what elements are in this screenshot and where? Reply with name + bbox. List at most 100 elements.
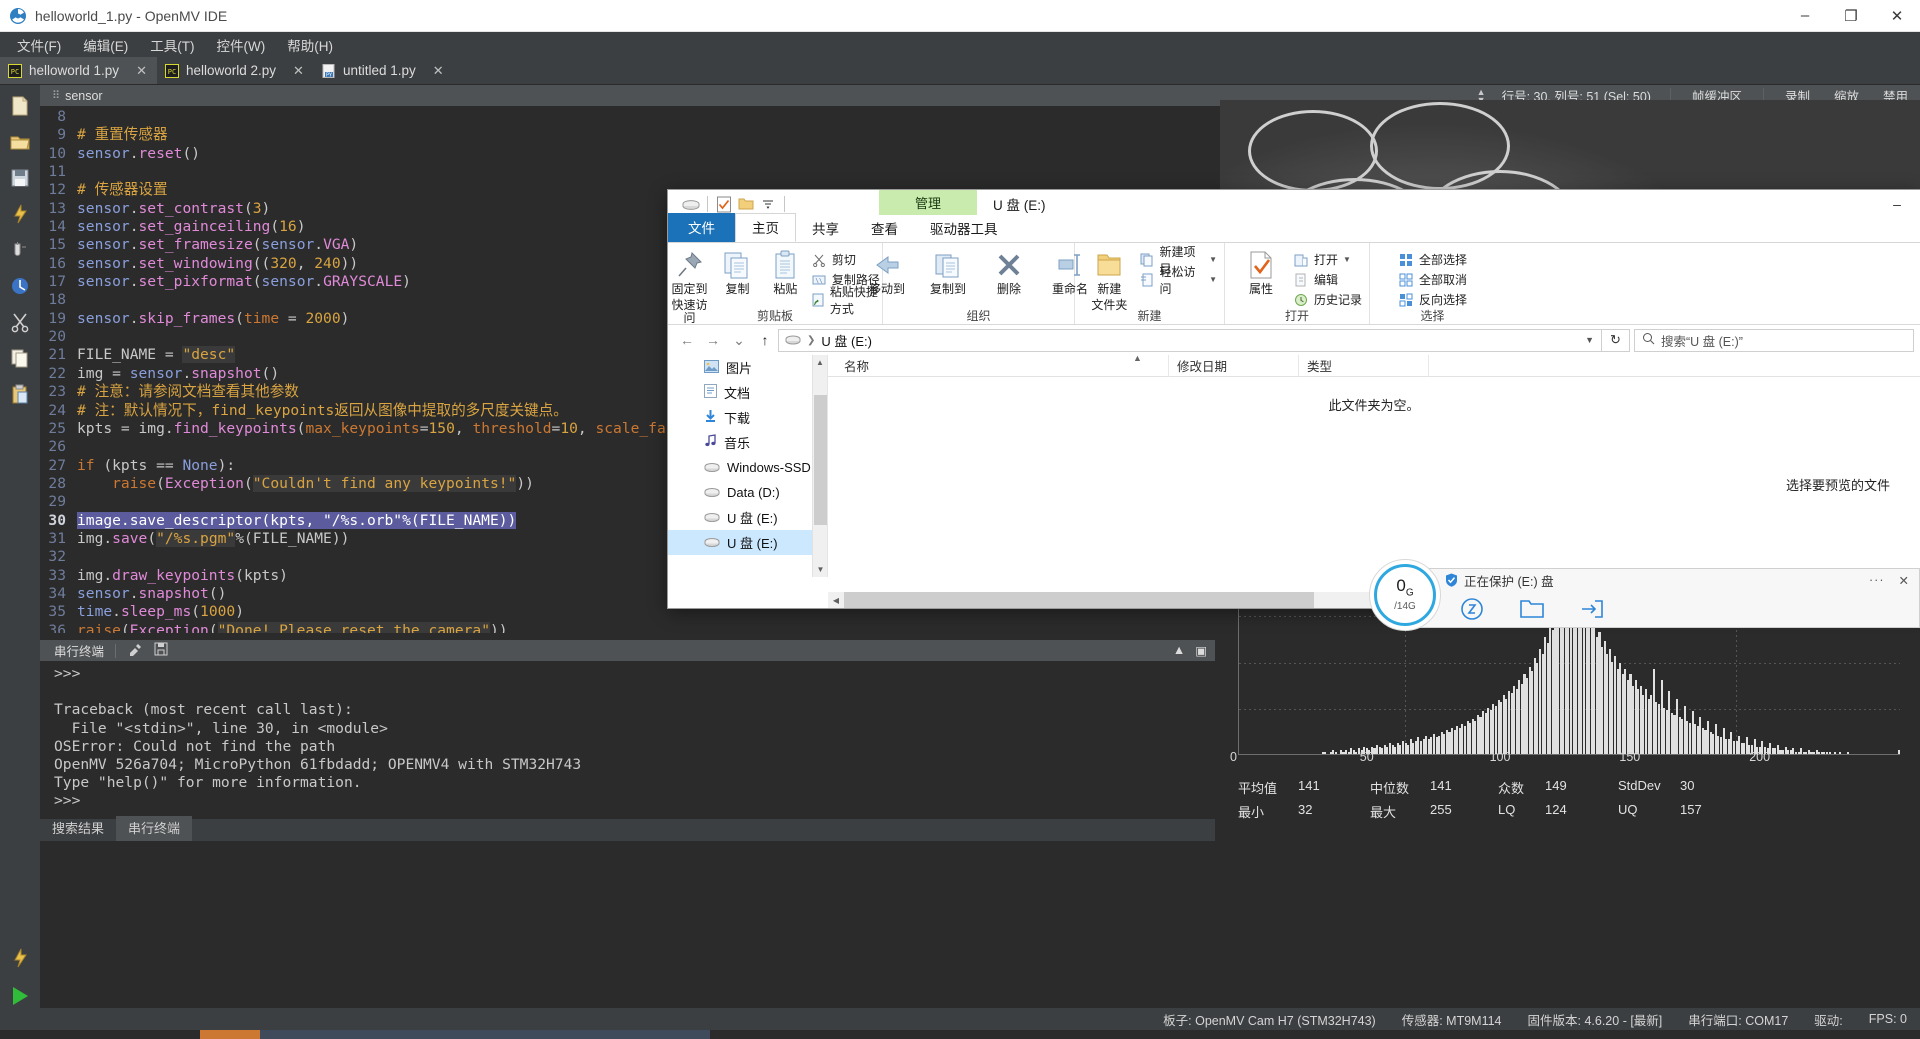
tab-close-icon[interactable]: ✕ <box>136 63 147 79</box>
new-file-icon[interactable] <box>3 89 37 123</box>
nav-item-6[interactable]: U 盘 (E:) <box>668 505 827 530</box>
nav-item-7[interactable]: U 盘 (E:) <box>668 530 827 555</box>
column-date-modified[interactable]: 修改日期 <box>1168 354 1298 377</box>
address-dropdown-icon[interactable]: ▼ <box>1578 335 1601 345</box>
ribbon-tab-view[interactable]: 查看 <box>855 215 914 242</box>
nav-item-3[interactable]: 音乐 <box>668 430 827 455</box>
menu-edit[interactable]: 编辑(E) <box>72 32 139 58</box>
antivirus-popup[interactable]: 0G /14G 正在保护 (E:) 盘 ··· ✕ <box>1369 559 1920 631</box>
column-extra[interactable] <box>1428 354 1558 377</box>
scroll-left-arrow-icon[interactable]: ◀ <box>828 592 844 608</box>
back-button[interactable]: ← <box>674 327 700 353</box>
ribbon-tab-home[interactable]: 主页 <box>735 213 796 242</box>
code-line[interactable]: 11 <box>40 163 1215 181</box>
scan-icon[interactable] <box>1457 596 1487 622</box>
collapse-pane-icon[interactable]: ▲ <box>1173 643 1185 658</box>
window-minimize-button[interactable]: – <box>1782 0 1828 32</box>
delete-button[interactable]: 删除 <box>980 246 1038 296</box>
selected-code-text[interactable]: image.save_descriptor(kpts, "/%s.orb"%(F… <box>77 511 517 529</box>
select-all-button[interactable]: 全部选择 <box>1398 251 1467 268</box>
navigation-list[interactable]: 图片 文档 下载 音乐 Windows-SSD (Data (D:) U 盘 (E:) U … <box>668 355 827 555</box>
contextual-tab-manage[interactable]: 管理 <box>879 190 977 215</box>
explorer-minimize-button[interactable]: – <box>1874 190 1920 218</box>
ribbon-tab-file[interactable]: 文件 <box>668 213 735 242</box>
bottom-tab-serial-terminal[interactable]: 串行终端 <box>116 816 193 841</box>
nav-item-0[interactable]: 图片 <box>668 355 827 380</box>
folder-icon[interactable] <box>735 193 757 215</box>
menu-help[interactable]: 帮助(H) <box>276 32 344 58</box>
bootloader-icon[interactable] <box>3 941 37 975</box>
forward-button[interactable]: → <box>700 327 726 353</box>
ribbon-tab-share[interactable]: 共享 <box>796 215 855 242</box>
edit-button[interactable]: 编辑 <box>1293 271 1362 288</box>
search-box[interactable]: 搜索“U 盘 (E:)” <box>1634 328 1914 352</box>
invert-selection-button[interactable]: 反向选择 <box>1398 291 1467 308</box>
properties-button[interactable]: 属性 <box>1232 246 1290 296</box>
ribbon-tab-drive-tools[interactable]: 驱动器工具 <box>914 215 1014 242</box>
select-none-button[interactable]: 全部取消 <box>1398 271 1467 288</box>
history-button[interactable]: 历史记录 <box>1293 291 1362 308</box>
open-file-icon[interactable] <box>3 125 37 159</box>
terminal-output[interactable]: >>> Traceback (most recent call last): F… <box>40 661 1215 817</box>
chevron-down-icon[interactable]: ▼ <box>1209 255 1217 264</box>
column-name[interactable]: 名称 <box>828 355 1168 377</box>
chevron-down-icon[interactable]: ▼ <box>1209 275 1217 284</box>
code-line[interactable]: 9 # 重置传感器 <box>40 126 1215 144</box>
tab-helloworld-2[interactable]: PC helloworld 2.py ✕ <box>157 57 314 84</box>
refresh-button[interactable]: ↻ <box>1602 328 1630 352</box>
paste-button[interactable]: 粘贴 <box>763 246 808 296</box>
breadcrumb[interactable]: ⠿ sensor <box>40 89 103 103</box>
save-terminal-icon[interactable] <box>154 642 168 659</box>
menu-file[interactable]: 文件(F) <box>6 32 72 58</box>
disconnect-icon[interactable] <box>3 233 37 267</box>
recent-locations-button[interactable]: ⌄ <box>726 327 752 353</box>
dropdown-icon[interactable] <box>757 193 779 215</box>
serial-icon[interactable] <box>3 269 37 303</box>
open-folder-icon[interactable] <box>1517 596 1547 622</box>
nav-item-4[interactable]: Windows-SSD ( <box>668 455 827 480</box>
tab-close-icon[interactable]: ✕ <box>433 63 444 79</box>
code-line[interactable]: 8 <box>40 108 1215 126</box>
copy-button[interactable]: 复制 <box>715 246 760 296</box>
scroll-up-arrow-icon[interactable]: ▲ <box>813 355 827 370</box>
file-list-pane[interactable]: 名称 修改日期 类型 ▲ 此文件夹为空。 选择要预览的文件 <box>828 353 1920 577</box>
window-close-button[interactable]: ✕ <box>1874 0 1920 32</box>
nav-scrollbar-thumb[interactable] <box>814 395 827 525</box>
search-input[interactable]: 搜索“U 盘 (E:)” <box>1661 331 1743 350</box>
copy-to-button[interactable]: 复制到 <box>919 246 977 296</box>
tab-untitled-1[interactable]: PY untitled 1.py ✕ <box>314 57 454 84</box>
clear-terminal-icon[interactable] <box>127 642 142 660</box>
menu-widgets[interactable]: 控件(W) <box>206 32 277 58</box>
scroll-down-arrow-icon[interactable]: ▼ <box>813 562 827 577</box>
move-to-button[interactable]: 移动到 <box>858 246 916 296</box>
code-line[interactable]: 10 sensor.reset() <box>40 145 1215 163</box>
copy-icon[interactable] <box>3 341 37 375</box>
antivirus-close-button[interactable]: ✕ <box>1899 573 1919 588</box>
cut-icon[interactable] <box>3 305 37 339</box>
eject-icon[interactable] <box>1577 596 1607 622</box>
nav-item-5[interactable]: Data (D:) <box>668 480 827 505</box>
code-line[interactable]: 36 raise(Exception("Done! Please reset th… <box>40 621 1215 633</box>
nav-item-2[interactable]: 下载 <box>668 405 827 430</box>
tab-close-icon[interactable]: ✕ <box>293 63 304 79</box>
easy-access-button[interactable]: 轻松访问 ▼ <box>1140 265 1217 296</box>
new-folder-button[interactable]: 新建 文件夹 <box>1082 246 1137 312</box>
drive-icon[interactable] <box>680 193 702 215</box>
tab-helloworld-1[interactable]: PC helloworld 1.py ✕ <box>0 57 157 84</box>
navigation-pane[interactable]: 图片 文档 下载 音乐 Windows-SSD (Data (D:) U 盘 (E:) U … <box>668 355 828 577</box>
pin-to-quick-access-button[interactable]: 固定到 快速访问 <box>667 246 712 325</box>
column-type[interactable]: 类型 <box>1298 354 1428 377</box>
connect-icon[interactable] <box>3 197 37 231</box>
hscroll-thumb[interactable] <box>844 592 1314 608</box>
up-button[interactable]: ↑ <box>752 327 778 353</box>
chevron-down-icon[interactable]: ▼ <box>1343 255 1351 264</box>
nav-vertical-scrollbar[interactable]: ▲ ▼ <box>812 355 827 577</box>
antivirus-more-button[interactable]: ··· <box>1869 573 1893 587</box>
nav-item-1[interactable]: 文档 <box>668 380 827 405</box>
checkbox-icon[interactable] <box>713 193 735 215</box>
menu-tools[interactable]: 工具(T) <box>139 32 205 58</box>
open-button[interactable]: 打开 ▼ <box>1293 251 1362 268</box>
bottom-tab-search-results[interactable]: 搜索结果 <box>40 816 116 841</box>
window-maximize-button[interactable]: ❐ <box>1828 0 1874 32</box>
save-file-icon[interactable] <box>3 161 37 195</box>
